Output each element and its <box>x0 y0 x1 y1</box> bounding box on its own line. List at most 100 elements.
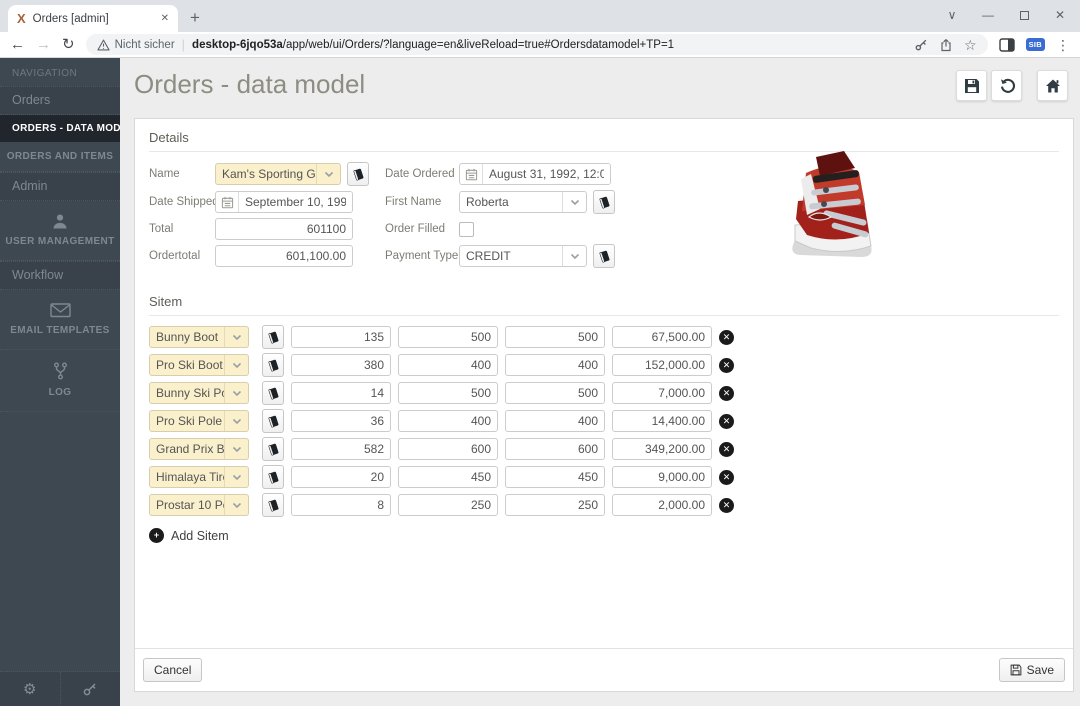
window-close-button[interactable]: ✕ <box>1042 2 1078 28</box>
sidebar-item-orders-data-model[interactable]: ORDERS - DATA MODEL <box>0 115 120 142</box>
permissions-button[interactable] <box>61 672 121 706</box>
sitem-row: Bunny Ski Pole ✕ <box>149 381 1059 405</box>
first-name-lookup-button[interactable] <box>593 190 615 214</box>
sitem-col2-input[interactable] <box>398 382 498 404</box>
sitem-qty-input[interactable] <box>291 326 391 348</box>
extension-badge[interactable]: SIB <box>1026 38 1045 51</box>
sitem-total-input[interactable] <box>612 410 712 432</box>
payment-type-lookup-button[interactable] <box>593 244 615 268</box>
date-shipped-input[interactable] <box>239 192 352 212</box>
remove-row-button[interactable]: ✕ <box>719 386 734 401</box>
product-lookup-button[interactable] <box>262 381 284 405</box>
sidebar-group-orders[interactable]: Orders <box>0 86 120 115</box>
url-bar[interactable]: Nicht sicher | desktop-6jqo53a/app/web/u… <box>86 34 988 55</box>
calendar-icon[interactable] <box>216 192 239 212</box>
window-menu-chevron-icon[interactable]: ∨ <box>934 2 970 28</box>
sitem-total-input[interactable] <box>612 354 712 376</box>
product-lookup-button[interactable] <box>262 409 284 433</box>
remove-row-button[interactable]: ✕ <box>719 330 734 345</box>
sitem-qty-input[interactable] <box>291 382 391 404</box>
sidebar-group-admin[interactable]: Admin <box>0 172 120 201</box>
tab-close-icon[interactable]: ✕ <box>161 13 169 24</box>
sitem-qty-input[interactable] <box>291 438 391 460</box>
product-lookup-button[interactable] <box>262 437 284 461</box>
sitem-col3-input[interactable] <box>505 438 605 460</box>
password-key-icon[interactable] <box>914 38 928 52</box>
new-tab-button[interactable]: + <box>190 9 200 26</box>
sitem-total-input[interactable] <box>612 494 712 516</box>
window-minimize-button[interactable]: — <box>970 2 1006 28</box>
sitem-col2-input[interactable] <box>398 354 498 376</box>
sitem-col2-input[interactable] <box>398 410 498 432</box>
app-favicon: X <box>17 12 26 25</box>
sitem-col2-input[interactable] <box>398 494 498 516</box>
sitem-product-select[interactable]: Bunny Boot <box>149 326 249 348</box>
undo-header-button[interactable] <box>991 70 1022 101</box>
browser-menu-icon[interactable]: ⋮ <box>1056 38 1070 52</box>
security-warning[interactable]: Nicht sicher <box>97 39 175 51</box>
sitem-qty-input[interactable] <box>291 494 391 516</box>
product-lookup-button[interactable] <box>262 465 284 489</box>
home-header-button[interactable] <box>1037 70 1068 101</box>
sitem-product-select[interactable]: Pro Ski Pole <box>149 410 249 432</box>
sidebar-item-orders-and-items[interactable]: ORDERS AND ITEMS <box>0 142 120 172</box>
sitem-total-input[interactable] <box>612 438 712 460</box>
ordertotal-input[interactable] <box>215 245 353 267</box>
payment-type-select[interactable]: CREDIT <box>459 245 587 267</box>
add-sitem-button[interactable]: + Add Sitem <box>149 528 1059 543</box>
side-panel-icon[interactable] <box>999 38 1015 52</box>
date-ordered-input[interactable] <box>483 164 610 184</box>
total-input[interactable] <box>215 218 353 240</box>
remove-row-button[interactable]: ✕ <box>719 470 734 485</box>
sitem-total-input[interactable] <box>612 326 712 348</box>
save-header-button[interactable] <box>956 70 987 101</box>
product-lookup-button[interactable] <box>262 493 284 517</box>
sitem-qty-input[interactable] <box>291 410 391 432</box>
sitem-col2-input[interactable] <box>398 326 498 348</box>
order-filled-checkbox[interactable] <box>459 222 474 237</box>
bookmark-star-icon[interactable]: ☆ <box>964 38 977 52</box>
remove-row-button[interactable]: ✕ <box>719 442 734 457</box>
first-name-select[interactable]: Roberta <box>459 191 587 213</box>
sitem-col3-input[interactable] <box>505 466 605 488</box>
sitem-product-select[interactable]: Himalaya Tires <box>149 466 249 488</box>
sitem-col3-input[interactable] <box>505 354 605 376</box>
sitem-col3-input[interactable] <box>505 382 605 404</box>
name-lookup-button[interactable] <box>347 162 369 186</box>
sitem-product-select[interactable]: Grand Prix Bicycle <box>149 438 249 460</box>
product-lookup-button[interactable] <box>262 325 284 349</box>
window-maximize-button[interactable] <box>1006 2 1042 28</box>
cancel-button[interactable]: Cancel <box>143 658 202 682</box>
share-icon[interactable] <box>939 38 953 52</box>
sidebar-item-log[interactable]: LOG <box>0 350 120 412</box>
sitem-qty-input[interactable] <box>291 354 391 376</box>
refresh-button[interactable]: ↻ <box>62 37 75 52</box>
forward-button[interactable]: → <box>36 37 51 52</box>
product-lookup-button[interactable] <box>262 353 284 377</box>
sitem-total-input[interactable] <box>612 382 712 404</box>
sitem-col3-input[interactable] <box>505 326 605 348</box>
back-button[interactable]: ← <box>10 37 25 52</box>
floppy-save-icon <box>1010 664 1022 676</box>
sidebar-item-user-management[interactable]: USER MANAGEMENT <box>0 201 120 261</box>
sitem-col2-input[interactable] <box>398 466 498 488</box>
remove-row-button[interactable]: ✕ <box>719 414 734 429</box>
sitem-qty-input[interactable] <box>291 466 391 488</box>
remove-row-button[interactable]: ✕ <box>719 498 734 513</box>
sidebar-group-workflow[interactable]: Workflow <box>0 261 120 290</box>
settings-button[interactable]: ⚙ <box>0 672 61 706</box>
sitem-product-select[interactable]: Pro Ski Boot <box>149 354 249 376</box>
sitem-col3-input[interactable] <box>505 494 605 516</box>
sidebar-item-email-templates[interactable]: EMAIL TEMPLATES <box>0 290 120 350</box>
sitem-col3-input[interactable] <box>505 410 605 432</box>
name-select[interactable]: Kam's Sporting Goods <box>215 163 341 185</box>
calendar-icon[interactable] <box>460 164 483 184</box>
sitem-total-input[interactable] <box>612 466 712 488</box>
remove-row-button[interactable]: ✕ <box>719 358 734 373</box>
sitem-product-select[interactable]: Bunny Ski Pole <box>149 382 249 404</box>
delete-icon: ✕ <box>723 361 731 370</box>
browser-tab[interactable]: X Orders [admin] ✕ <box>8 5 178 32</box>
save-button[interactable]: Save <box>999 658 1065 682</box>
sitem-product-select[interactable]: Prostar 10 Pound <box>149 494 249 516</box>
sitem-col2-input[interactable] <box>398 438 498 460</box>
